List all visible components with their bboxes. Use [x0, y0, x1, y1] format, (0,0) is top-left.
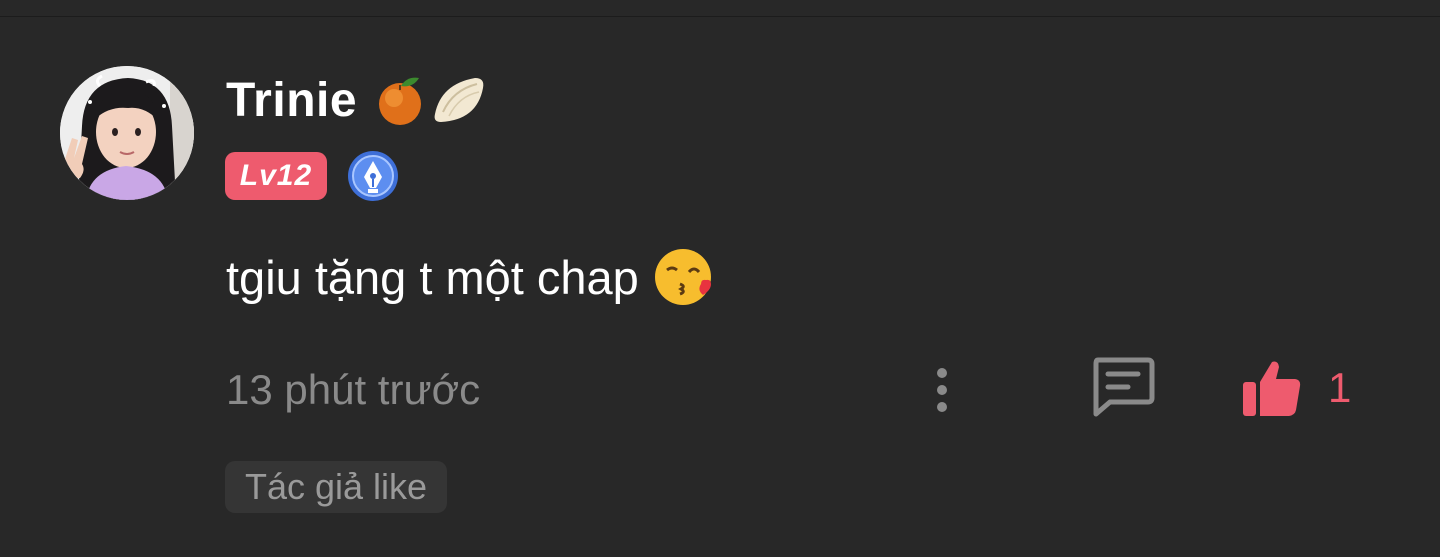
level-badge: Lv12	[225, 152, 327, 200]
comment-text: tgiu tặng t một chap	[226, 250, 639, 304]
avatar[interactable]	[60, 66, 194, 200]
kissing-face-icon	[653, 246, 715, 308]
like-button[interactable]: 1	[1240, 356, 1351, 420]
dumpling-icon	[431, 72, 487, 128]
more-dot	[937, 368, 947, 378]
timestamp: 13 phút trước	[226, 366, 481, 413]
badge-row: Lv12	[225, 150, 399, 202]
username-row: Trinie	[226, 68, 487, 132]
more-dot	[937, 385, 947, 395]
author-like-tag: Tác giả like	[225, 461, 448, 513]
more-options-button[interactable]	[922, 360, 962, 420]
more-dot	[937, 402, 947, 412]
like-count: 1	[1328, 364, 1352, 411]
pen-nib-medal-icon	[347, 150, 399, 202]
orange-icon	[373, 72, 429, 128]
top-divider	[0, 16, 1440, 17]
comment-icon	[1093, 357, 1155, 417]
thumbs-up-icon	[1240, 356, 1304, 420]
comment-text-row: tgiu tặng t một chap	[226, 246, 715, 308]
reply-button[interactable]	[1090, 356, 1156, 418]
username[interactable]: Trinie	[226, 73, 357, 128]
